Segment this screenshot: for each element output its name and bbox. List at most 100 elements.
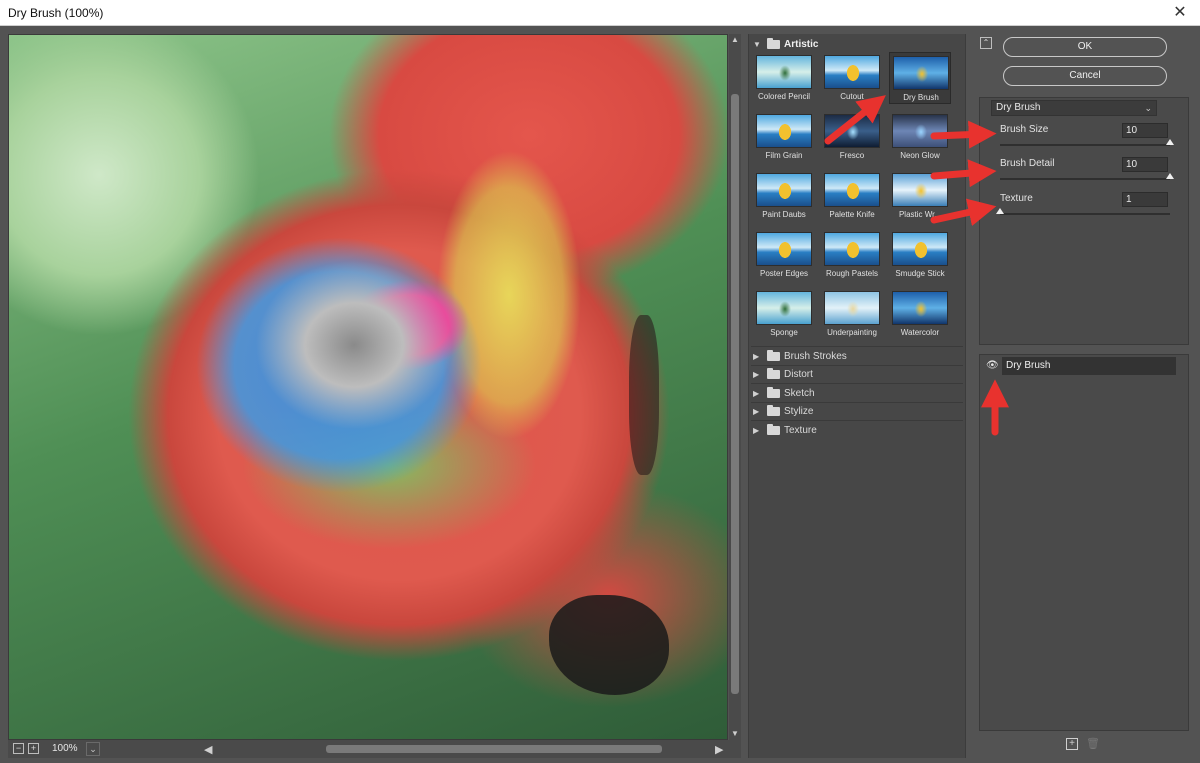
filter-name: Rough Pastels (825, 269, 879, 278)
filter-thumbnail-image (756, 173, 812, 207)
preview-canvas[interactable] (8, 34, 728, 740)
category-brush-strokes[interactable]: ▶ Brush Strokes (753, 348, 959, 364)
filter-settings-panel: ⌃ OK Cancel Dry Brush ⌄ Brush Size 10 Brus… (972, 26, 1200, 763)
category-divider (751, 401, 963, 403)
filter-name: Dry Brush (903, 93, 939, 102)
filter-select-value: Dry Brush (996, 102, 1041, 113)
filter-name: Fresco (839, 151, 865, 160)
effect-layer-name: Dry Brush (1002, 357, 1176, 375)
category-stylize[interactable]: ▶ Stylize (753, 404, 959, 420)
scroll-down-icon[interactable]: ▼ (729, 728, 741, 740)
filter-name: Neon Glow (900, 151, 940, 160)
folder-icon (767, 37, 780, 49)
filter-select[interactable]: Dry Brush ⌄ (991, 100, 1157, 116)
ok-button[interactable]: OK (1003, 37, 1167, 57)
filter-name: Watercolor (900, 328, 940, 337)
scroll-left-icon[interactable]: ◀ (204, 743, 212, 756)
zoom-in-button[interactable]: + (28, 743, 39, 754)
filter-name: Sponge (770, 328, 798, 337)
expand-triangle-icon: ▼ (753, 39, 761, 49)
slider-thumb-icon[interactable] (1166, 173, 1174, 179)
layer-actions: + 🗑 (1066, 738, 1100, 750)
chevron-down-icon: ⌄ (1144, 103, 1152, 113)
zoom-out-button[interactable]: − (13, 743, 24, 754)
filter-name: Cutout (840, 92, 864, 101)
filter-thumbnail-image (892, 232, 948, 266)
expand-triangle-icon: ▶ (753, 351, 760, 361)
param-value-input[interactable]: 10 (1122, 157, 1168, 172)
category-sketch[interactable]: ▶ Sketch (753, 385, 959, 401)
param-label: Brush Size (1000, 124, 1049, 135)
filter-name: Underpainting (827, 328, 877, 337)
folder-icon (767, 386, 780, 398)
folder-icon (767, 368, 780, 379)
slider-thumb-icon[interactable] (1166, 139, 1174, 145)
zoom-dropdown-icon[interactable]: ⌄ (86, 742, 100, 756)
effect-layer-row[interactable]: 👁 Dry Brush (982, 357, 1176, 375)
preview-vertical-scrollbar[interactable]: ▲ ▼ (729, 34, 741, 740)
category-label: Stylize (784, 406, 814, 417)
filter-thumbnail[interactable]: Paint Daubs (753, 170, 815, 222)
delete-effect-layer-icon[interactable]: 🗑 (1086, 738, 1100, 750)
param-value-input[interactable]: 10 (1122, 123, 1168, 138)
filter-thumbnail[interactable]: Cutout (821, 52, 883, 104)
expand-triangle-icon: ▶ (753, 388, 760, 398)
zoom-level: 100% (52, 743, 78, 754)
filter-gallery-panel: ▼ Artistic Colored Pencil Cutout Dry Brush… (748, 34, 966, 758)
category-divider (751, 346, 963, 347)
filter-name: Paint Daubs (762, 210, 806, 219)
category-texture[interactable]: ▶ Texture (753, 422, 959, 438)
filter-thumbnail[interactable]: Watercolor (889, 288, 951, 340)
filter-thumbnail-image (892, 173, 948, 207)
horizontal-scroll-thumb[interactable] (326, 745, 662, 753)
preview-image-detail (549, 595, 669, 695)
filter-thumbnail[interactable]: Plastic Wr... (889, 170, 951, 222)
close-icon[interactable]: ✕ (1170, 3, 1190, 23)
filter-thumbnail[interactable]: Underpainting (821, 288, 883, 340)
filter-parameters: Dry Brush ⌄ Brush Size 10 Brush Detail 10 Te… (979, 97, 1189, 345)
param-slider[interactable] (996, 208, 1170, 215)
category-label: Distort (784, 369, 813, 380)
expand-triangle-icon: ▶ (753, 370, 760, 379)
filter-thumbnail-image (756, 114, 812, 148)
filter-thumbnail[interactable]: Neon Glow (889, 111, 951, 163)
new-effect-layer-icon[interactable]: + (1066, 738, 1078, 750)
cancel-button[interactable]: Cancel (1003, 66, 1167, 86)
filter-thumbnail-image (756, 55, 812, 89)
param-label: Texture (1000, 193, 1033, 204)
expand-triangle-icon: ▶ (753, 425, 760, 435)
category-divider (751, 420, 963, 421)
param-slider[interactable] (1000, 139, 1174, 146)
scroll-right-icon[interactable]: ▶ (715, 743, 723, 756)
filter-gallery-dialog: ▲ ▼ − + 100% ⌄ ◀ ▶ ▼ Artistic Colored Pe… (0, 26, 1200, 763)
param-slider[interactable] (1000, 173, 1174, 180)
category-divider (751, 383, 963, 384)
collapse-gallery-icon[interactable]: ⌃ (980, 37, 992, 49)
filter-thumbnail-image (824, 291, 880, 325)
filter-thumbnail[interactable]: Film Grain (753, 111, 815, 163)
filter-thumbnail[interactable]: Rough Pastels (821, 229, 883, 281)
filter-thumbnail[interactable]: Fresco (821, 111, 883, 163)
filter-thumbnail[interactable]: Dry Brush (889, 52, 951, 104)
filter-thumbnail[interactable]: Palette Knife (821, 170, 883, 222)
filter-thumbnail-image (756, 291, 812, 325)
filter-thumbnail-image (892, 114, 948, 148)
folder-icon (767, 405, 780, 416)
filter-thumbnail[interactable]: Smudge Stick (889, 229, 951, 281)
filter-thumbnail[interactable]: Sponge (753, 288, 815, 340)
category-label: Brush Strokes (784, 350, 847, 362)
category-distort[interactable]: ▶ Distort (753, 367, 959, 383)
eye-icon[interactable]: 👁 (986, 360, 999, 372)
slider-thumb-icon[interactable] (996, 208, 1004, 214)
scroll-up-icon[interactable]: ▲ (729, 34, 741, 46)
category-artistic[interactable]: ▼ Artistic (753, 36, 959, 52)
category-label: Texture (784, 424, 817, 436)
category-divider (751, 364, 963, 366)
filter-thumbnail[interactable]: Poster Edges (753, 229, 815, 281)
param-value-input[interactable]: 1 (1122, 192, 1168, 207)
preview-bottom-bar: − + 100% ⌄ ◀ ▶ (8, 740, 741, 758)
filter-thumbnail-image (892, 291, 948, 325)
vertical-scroll-thumb[interactable] (731, 94, 739, 694)
filter-thumbnail[interactable]: Colored Pencil (753, 52, 815, 104)
filter-name: Palette Knife (829, 210, 875, 219)
